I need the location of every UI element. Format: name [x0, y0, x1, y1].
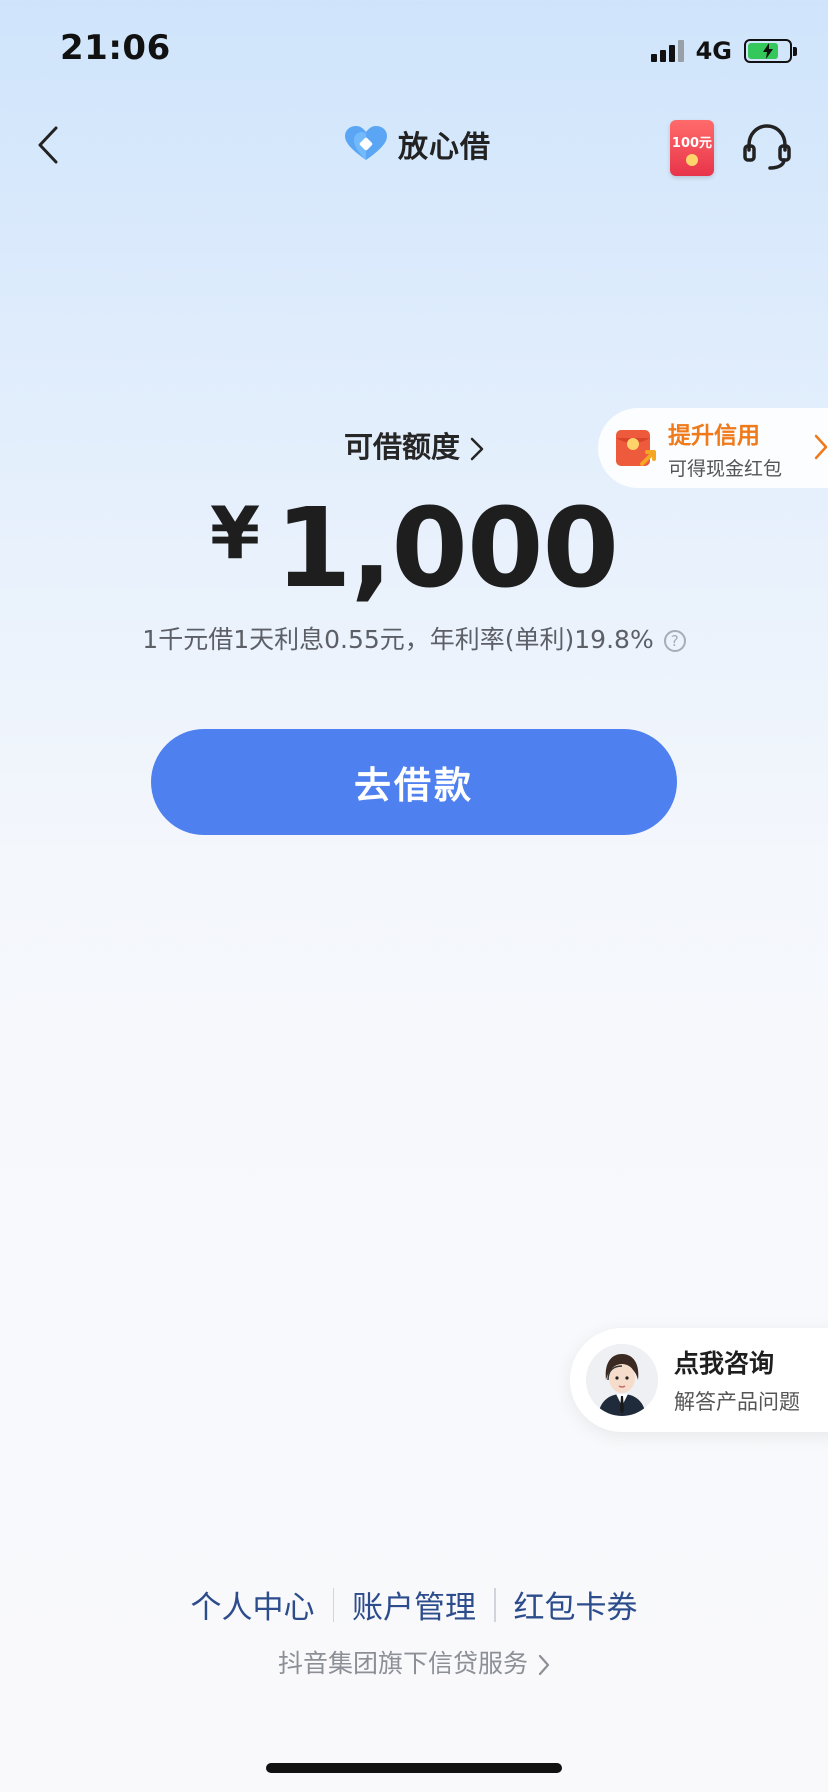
borrow-button[interactable]: 去借款: [151, 729, 677, 835]
agent-avatar: [586, 1344, 658, 1416]
credit-amount: ¥1,000: [0, 484, 828, 612]
consult-title: 点我咨询: [674, 1349, 775, 1378]
red-packet-coupons-link[interactable]: 红包卡券: [496, 1582, 656, 1627]
cellular-signal-icon: [650, 40, 684, 62]
interest-rate-note: 1千元借1天利息0.55元，年利率(单利)19.8%?: [0, 620, 828, 656]
amount-value: 1,000: [275, 484, 619, 612]
network-type: 4G: [695, 37, 732, 65]
chevron-left-icon: [38, 126, 58, 164]
home-indicator[interactable]: [266, 1763, 562, 1773]
service-provider-text: 抖音集团旗下信贷服务: [277, 1649, 528, 1678]
credit-limit-label: 可借额度: [343, 430, 460, 464]
red-packet-button[interactable]: 100元: [670, 120, 714, 176]
headset-icon: [743, 124, 791, 170]
consult-subtitle: 解答产品问题: [674, 1390, 800, 1414]
agent-avatar-image: [586, 1344, 658, 1416]
charging-bolt-icon: [763, 43, 773, 59]
personal-center-link[interactable]: 个人中心: [173, 1582, 333, 1627]
app-logo: 放心借: [344, 122, 491, 166]
status-time: 21:06: [60, 28, 171, 68]
red-packet-coin-icon: [686, 154, 698, 166]
battery-icon: [744, 39, 797, 63]
help-icon[interactable]: ?: [663, 630, 686, 652]
credit-limit-link[interactable]: 可借额度: [0, 424, 828, 466]
status-indicators: 4G: [650, 36, 797, 66]
service-provider-link[interactable]: 抖音集团旗下信贷服务: [0, 1644, 828, 1680]
footer-links: 个人中心 账户管理 红包卡券: [0, 1582, 828, 1627]
chevron-right-icon: [538, 1654, 550, 1676]
consult-button[interactable]: 点我咨询 解答产品问题: [570, 1328, 828, 1432]
logo-text: 放心借: [398, 130, 491, 165]
heart-logo-icon: [345, 126, 387, 160]
account-management-link[interactable]: 账户管理: [334, 1582, 494, 1627]
red-packet-amount: 100元: [671, 136, 713, 151]
back-button[interactable]: [28, 120, 68, 170]
currency-symbol: ¥: [209, 491, 260, 575]
chevron-right-icon: [470, 437, 484, 461]
interest-rate-text: 1千元借1天利息0.55元，年利率(单利)19.8%: [142, 625, 654, 654]
customer-service-button[interactable]: [740, 120, 794, 174]
